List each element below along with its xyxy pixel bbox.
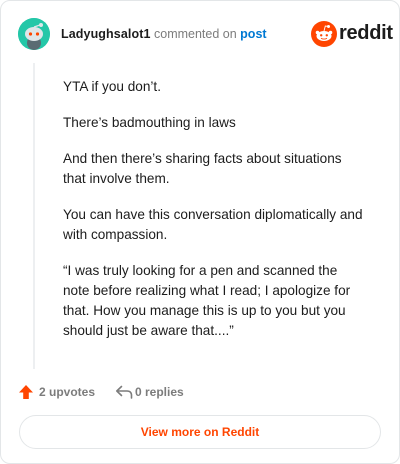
comment-paragraph: You can have this conversation diplomati… [63, 207, 363, 242]
view-more-button[interactable]: View more on Reddit [19, 415, 381, 449]
commented-on-text: commented on [154, 27, 237, 41]
comment-paragraph: YTA if you don’t. [63, 79, 161, 94]
reddit-wordmark: reddit [339, 22, 393, 44]
reddit-brand[interactable]: reddit [311, 21, 393, 47]
comment-header: Ladyughsalot1 commented on post reddit [1, 1, 399, 65]
thread-line [33, 63, 35, 369]
embedded-comment-card: Ladyughsalot1 commented on post reddit Y… [0, 0, 400, 464]
upvote-arrow-icon[interactable] [18, 384, 34, 400]
reply-count: 0 replies [135, 385, 184, 399]
snoo-avatar-icon [18, 18, 50, 50]
comment-body: YTA if you don’t. There’s badmouthing in… [63, 77, 363, 357]
comment-paragraph: And then there’s sharing facts about sit… [63, 151, 342, 186]
upvote-count: 2 upvotes [39, 385, 96, 399]
comment-paragraph: “I was truly looking for a pen and scann… [63, 263, 351, 338]
avatar[interactable] [18, 18, 50, 50]
reddit-logo-icon [311, 21, 337, 47]
reply-arrow-icon[interactable] [115, 384, 133, 400]
author-line: Ladyughsalot1 commented on post [61, 27, 267, 41]
author-name[interactable]: Ladyughsalot1 [61, 27, 151, 41]
comment-paragraph: There’s badmouthing in laws [63, 115, 236, 130]
post-link[interactable]: post [240, 27, 266, 41]
